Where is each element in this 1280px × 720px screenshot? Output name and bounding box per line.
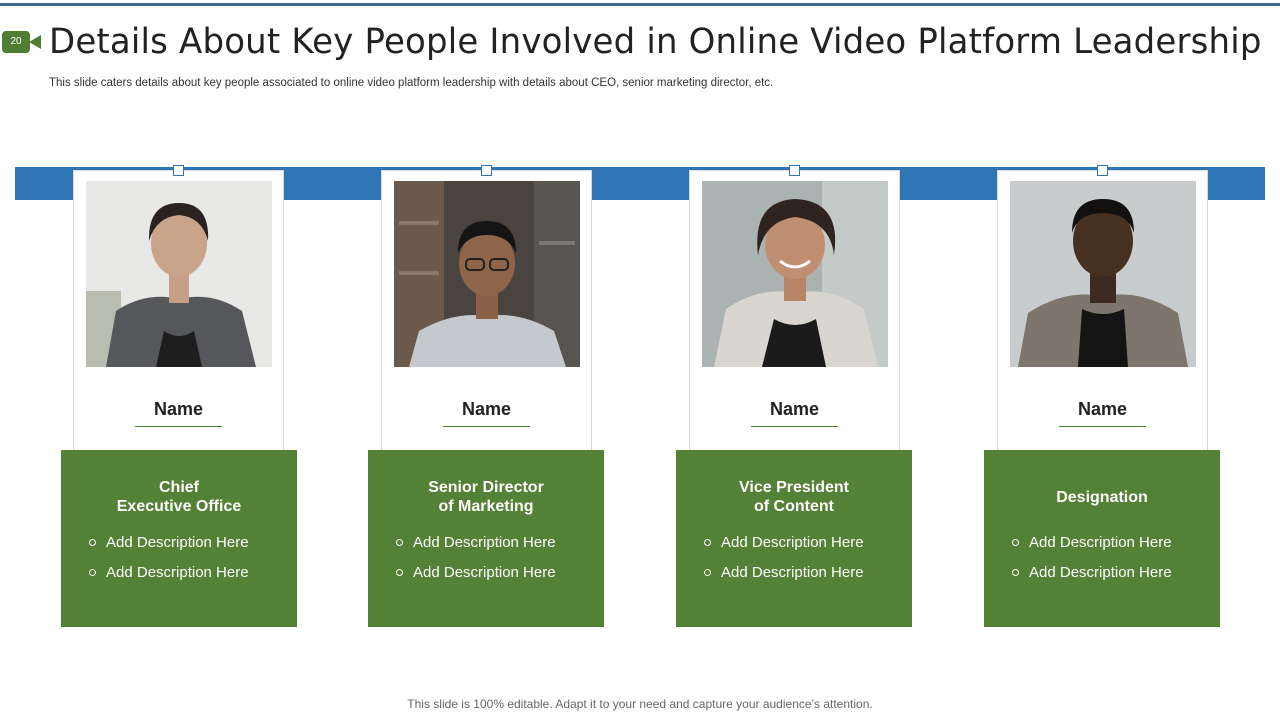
role-line-2: of Content — [754, 498, 834, 515]
person-card-4[interactable]: Name — [997, 165, 1208, 451]
description-item: Add Description Here — [396, 564, 556, 581]
person-name: Name — [153, 399, 204, 419]
role-line-1: Vice President — [739, 479, 849, 496]
connector-handle — [481, 165, 492, 176]
role-title: Designation — [984, 488, 1220, 507]
role-line-1: Designation — [1056, 489, 1148, 506]
role-panel-1: Chief Executive Office Add Description H… — [61, 450, 297, 627]
portrait-woman-image — [86, 181, 272, 367]
circle-bullet-icon — [704, 568, 711, 576]
description-item: Add Description Here — [89, 534, 249, 551]
description-item: Add Description Here — [704, 564, 864, 581]
slide-subtitle: This slide caters details about key peop… — [49, 77, 774, 89]
person-name: Name — [461, 399, 512, 419]
description-text: Add Description Here — [413, 564, 556, 581]
role-title: Senior Director of Marketing — [368, 478, 604, 516]
person-card-2[interactable]: Name — [381, 165, 592, 451]
slide-footer: This slide is 100% editable. Adapt it to… — [407, 697, 873, 711]
description-text: Add Description Here — [721, 564, 864, 581]
name-underline — [443, 426, 530, 427]
person-photo — [702, 181, 888, 367]
name-underline — [135, 426, 222, 427]
role-panel-2: Senior Director of Marketing Add Descrip… — [368, 450, 604, 627]
description-item: Add Description Here — [1012, 534, 1172, 551]
name-underline — [1059, 426, 1146, 427]
circle-bullet-icon — [396, 568, 403, 576]
circle-bullet-icon — [89, 568, 96, 576]
role-panel-4: Designation Add Description Here Add Des… — [984, 450, 1220, 627]
connector-handle — [789, 165, 800, 176]
slide-title: Details About Key People Involved in Onl… — [49, 22, 1262, 62]
role-line-1: Chief — [159, 479, 199, 496]
person-photo — [1010, 181, 1196, 367]
person-photo — [394, 181, 580, 367]
circle-bullet-icon — [396, 538, 403, 546]
slide-number: 20 — [2, 31, 30, 53]
portrait-man-glasses-image — [394, 181, 580, 367]
connector-handle — [173, 165, 184, 176]
person-name: Name — [1077, 399, 1128, 419]
description-item: Add Description Here — [704, 534, 864, 551]
person-card-3[interactable]: Name — [689, 165, 900, 451]
description-text: Add Description Here — [721, 534, 864, 551]
description-text: Add Description Here — [106, 564, 249, 581]
person-name: Name — [769, 399, 820, 419]
role-panel-3: Vice President of Content Add Descriptio… — [676, 450, 912, 627]
description-text: Add Description Here — [1029, 564, 1172, 581]
video-camera-icon — [29, 35, 41, 49]
role-title: Chief Executive Office — [61, 478, 297, 516]
circle-bullet-icon — [1012, 538, 1019, 546]
circle-bullet-icon — [1012, 568, 1019, 576]
description-item: Add Description Here — [1012, 564, 1172, 581]
name-underline — [751, 426, 838, 427]
description-item: Add Description Here — [89, 564, 249, 581]
portrait-man-suit-image — [1010, 181, 1196, 367]
top-rule — [0, 3, 1280, 6]
role-title: Vice President of Content — [676, 478, 912, 516]
portrait-woman-curly-image — [702, 181, 888, 367]
person-photo — [86, 181, 272, 367]
slide-number-badge: 20 — [2, 31, 41, 53]
description-text: Add Description Here — [1029, 534, 1172, 551]
person-card-1[interactable]: Name — [73, 165, 284, 451]
role-line-1: Senior Director — [428, 479, 544, 496]
role-line-2: of Marketing — [438, 498, 534, 515]
role-line-2: Executive Office — [116, 498, 242, 515]
description-text: Add Description Here — [413, 534, 556, 551]
description-item: Add Description Here — [396, 534, 556, 551]
circle-bullet-icon — [89, 538, 96, 546]
description-text: Add Description Here — [106, 534, 249, 551]
connector-handle — [1097, 165, 1108, 176]
circle-bullet-icon — [704, 538, 711, 546]
